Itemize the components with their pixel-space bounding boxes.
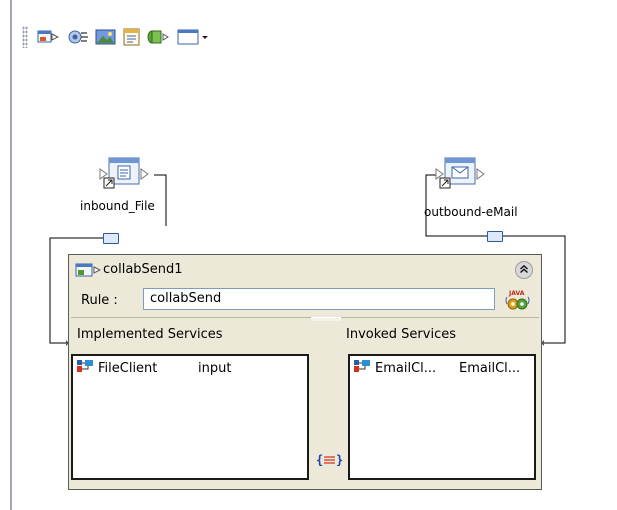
java-edit-button[interactable]: JAVA: [502, 287, 532, 313]
outbound-email-node[interactable]: [434, 155, 498, 195]
services-splitter[interactable]: [311, 317, 341, 321]
collaboration-panel[interactable]: collabSend1 Rule : collabSend JAVA Imple…: [68, 254, 542, 490]
inbound-file-node[interactable]: [98, 155, 162, 195]
list-item[interactable]: EmailCl... EmailCl...: [353, 358, 520, 378]
service-name: FileClient: [98, 360, 158, 376]
collaboration-icon: [75, 261, 102, 283]
java-gear-icon: JAVA: [502, 290, 532, 317]
collapse-button[interactable]: [515, 261, 533, 279]
service-operation: EmailCl...: [459, 360, 521, 376]
implemented-services-list[interactable]: FileClient input: [71, 354, 309, 480]
mapping-icon: { }: [316, 452, 344, 472]
outbound-email-port[interactable]: [487, 231, 503, 242]
outbound-email-label: outbound-eMail: [424, 205, 518, 219]
rule-label: Rule :: [81, 293, 118, 308]
invoked-services-list[interactable]: EmailCl... EmailCl...: [348, 354, 536, 480]
chevron-double-up-icon: [519, 263, 529, 278]
collaboration-title: collabSend1: [103, 262, 183, 277]
rule-input[interactable]: collabSend: [143, 288, 495, 310]
inbound-file-label: inbound_File: [80, 199, 155, 213]
collaboration-header: collabSend1: [69, 255, 541, 285]
svg-text:{: {: [316, 453, 323, 467]
list-item[interactable]: FileClient input: [76, 358, 231, 378]
service-name: EmailCl...: [375, 360, 437, 376]
service-operation: input: [198, 360, 232, 376]
svg-text:JAVA: JAVA: [508, 290, 525, 297]
implemented-services-title: Implemented Services: [77, 327, 223, 342]
service-connector-icon: [353, 358, 371, 378]
services-panel: Implemented Services Invoked Services Fi…: [71, 317, 539, 488]
svg-text:}: }: [336, 453, 343, 467]
file-external-icon: [98, 155, 162, 199]
service-connector-icon: [76, 358, 94, 378]
email-external-icon: [434, 155, 498, 199]
invoked-services-title: Invoked Services: [346, 327, 456, 342]
inbound-file-port[interactable]: [103, 233, 119, 244]
